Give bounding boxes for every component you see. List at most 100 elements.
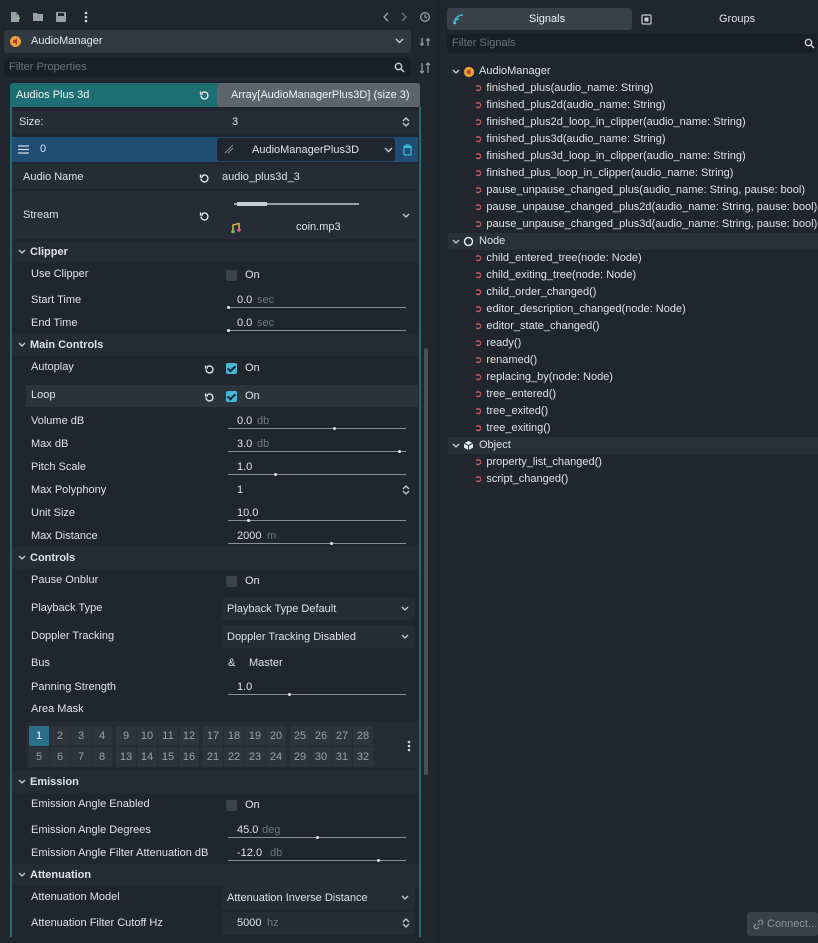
area-mask-layer-28[interactable]: 28 — [353, 726, 373, 746]
size-value[interactable]: 3 — [232, 114, 238, 130]
signal-item[interactable]: ➲ replacing_by(node: Node) — [474, 369, 613, 386]
area-mask-layer-16[interactable]: 16 — [179, 747, 199, 767]
history-icon[interactable] — [418, 10, 432, 24]
signal-item[interactable]: ➲ finished_plus(audio_name: String) — [474, 80, 653, 97]
end-time-slider[interactable] — [228, 330, 406, 331]
spinner-icon[interactable] — [400, 915, 412, 931]
menu-dots-icon[interactable] — [79, 10, 93, 24]
start-time-value[interactable]: 0.0 — [237, 292, 252, 308]
volume-db-slider[interactable] — [228, 428, 406, 429]
spinner-icon[interactable] — [400, 114, 412, 130]
signal-item[interactable]: ➲ finished_plus3d(audio_name: String) — [474, 131, 666, 148]
area-mask-layer-19[interactable]: 19 — [245, 726, 265, 746]
max-distance-slider[interactable] — [228, 543, 406, 544]
area-mask-layer-22[interactable]: 22 — [224, 747, 244, 767]
area-mask-layer-26[interactable]: 26 — [311, 726, 331, 746]
signal-item[interactable]: ➲ child_exiting_tree(node: Node) — [474, 267, 636, 284]
emission-enabled-checkbox[interactable] — [226, 800, 237, 811]
revert-icon[interactable] — [202, 390, 216, 404]
autoplay-checkbox[interactable] — [226, 363, 237, 374]
area-mask-layer-10[interactable]: 10 — [137, 726, 157, 746]
signal-item[interactable]: ➲ finished_plus3d_loop_in_clipper(audio_n… — [474, 148, 746, 165]
audio-name-value[interactable]: audio_plus3d_3 — [222, 169, 300, 185]
area-mask-layer-12[interactable]: 12 — [179, 726, 199, 746]
signal-group-node[interactable]: Node — [448, 233, 818, 250]
signal-item[interactable]: ➲ editor_description_changed(node: Node) — [474, 301, 686, 318]
area-mask-layer-18[interactable]: 18 — [224, 726, 244, 746]
trash-icon[interactable] — [399, 142, 415, 158]
signal-group-audiomanager[interactable]: AudioManager — [448, 63, 818, 80]
filter-signals-input[interactable]: Filter Signals — [447, 34, 817, 53]
panning-strength-value[interactable]: 1.0 — [237, 679, 252, 695]
area-mask-layer-31[interactable]: 31 — [332, 747, 352, 767]
area-mask-layer-9[interactable]: 9 — [116, 726, 136, 746]
start-time-slider[interactable] — [228, 307, 406, 308]
max-db-knob[interactable] — [397, 450, 401, 453]
groups-icon[interactable] — [639, 12, 653, 26]
area-mask-layer-13[interactable]: 13 — [116, 747, 136, 767]
bus-value[interactable]: Master — [249, 655, 283, 671]
open-folder-icon[interactable] — [31, 10, 45, 24]
revert-icon[interactable] — [197, 171, 211, 185]
drag-handle-icon[interactable] — [16, 142, 30, 156]
history-forward-icon[interactable] — [397, 10, 411, 24]
area-mask-layer-21[interactable]: 21 — [203, 747, 223, 767]
signal-item[interactable]: ➲ tree_exited() — [474, 403, 548, 420]
signal-group-object[interactable]: Object — [448, 437, 818, 454]
history-back-icon[interactable] — [379, 10, 393, 24]
signal-item[interactable]: ➲ property_list_changed() — [474, 454, 602, 471]
use-clipper-checkbox[interactable] — [226, 270, 237, 281]
emission-degrees-value[interactable]: 45.0 — [237, 822, 258, 838]
max-distance-value[interactable]: 2000 — [237, 528, 261, 544]
area-mask-layer-27[interactable]: 27 — [332, 726, 352, 746]
chevron-down-icon[interactable] — [400, 211, 412, 221]
max-polyphony-value[interactable]: 1 — [237, 482, 243, 498]
node-selector[interactable]: AudioManager — [4, 30, 411, 53]
area-mask-layer-1[interactable]: 1 — [29, 726, 49, 746]
area-mask-layer-14[interactable]: 14 — [137, 747, 157, 767]
emission-filter-knob[interactable] — [376, 859, 380, 862]
area-mask-layer-23[interactable]: 23 — [245, 747, 265, 767]
area-mask-layer-5[interactable]: 5 — [29, 747, 49, 767]
spinner-icon[interactable] — [400, 482, 412, 498]
revert-icon[interactable] — [197, 88, 211, 102]
signal-item[interactable]: ➲ pause_unpause_changed_plus(audio_name: … — [474, 182, 805, 199]
filter-properties-input[interactable]: Filter Properties — [4, 58, 411, 77]
emission-filter-value[interactable]: -12.0 — [237, 845, 262, 861]
volume-db-value[interactable]: 0.0 — [237, 413, 252, 429]
revert-icon[interactable] — [197, 209, 211, 223]
signal-item[interactable]: ➲ child_order_changed() — [474, 284, 596, 301]
max-db-value[interactable]: 3.0 — [237, 436, 252, 452]
pitch-scale-slider[interactable] — [228, 474, 406, 475]
section-clipper[interactable] — [12, 241, 418, 263]
loop-checkbox[interactable] — [226, 391, 237, 402]
panel-divider[interactable] — [438, 0, 439, 943]
end-time-knob[interactable] — [227, 329, 230, 332]
signal-item[interactable]: ➲ renamed() — [474, 352, 537, 369]
emission-degrees-knob[interactable] — [315, 836, 319, 839]
area-mask-layer-2[interactable]: 2 — [50, 726, 70, 746]
area-mask-layer-30[interactable]: 30 — [311, 747, 331, 767]
revert-icon[interactable] — [202, 362, 216, 376]
area-mask-layer-11[interactable]: 11 — [158, 726, 178, 746]
signal-item[interactable]: ➲ script_changed() — [474, 471, 568, 488]
volume-db-knob[interactable] — [333, 427, 336, 430]
area-mask-layer-17[interactable]: 17 — [203, 726, 223, 746]
start-time-knob[interactable] — [227, 306, 230, 309]
area-mask-layer-29[interactable]: 29 — [290, 747, 310, 767]
connect-button[interactable]: Connect... — [747, 912, 818, 936]
new-script-icon[interactable] — [8, 10, 22, 24]
tab-groups-label[interactable]: Groups — [719, 11, 755, 27]
signal-item[interactable]: ➲ finished_plus2d(audio_name: String) — [474, 97, 666, 114]
area-mask-layer-4[interactable]: 4 — [92, 726, 112, 746]
area-mask-layer-7[interactable]: 7 — [71, 747, 91, 767]
pitch-scale-value[interactable]: 1.0 — [237, 459, 252, 475]
area-mask-layer-24[interactable]: 24 — [266, 747, 286, 767]
signal-item[interactable]: ➲ tree_entered() — [474, 386, 556, 403]
pitch-scale-knob[interactable] — [273, 473, 277, 476]
signal-item[interactable]: ➲ editor_state_changed() — [474, 318, 600, 335]
stream-file[interactable]: coin.mp3 — [296, 219, 341, 235]
area-mask-layer-8[interactable]: 8 — [92, 747, 112, 767]
signal-item[interactable]: ➲ pause_unpause_changed_plus2d(audio_name… — [474, 199, 817, 216]
pause-onblur-checkbox[interactable] — [226, 576, 237, 587]
